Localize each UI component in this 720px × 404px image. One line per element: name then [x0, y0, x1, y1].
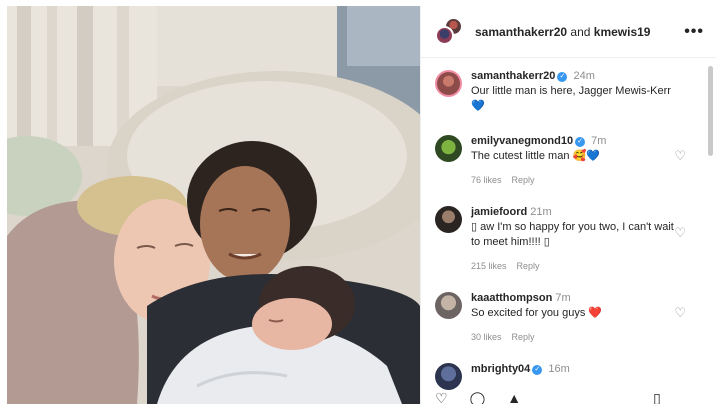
comment-likes[interactable]: 30 likes — [471, 332, 502, 342]
comment-meta: 30 likes Reply — [471, 330, 678, 345]
caption: samanthakerr20 ✓ 24m Our little man is he… — [421, 69, 704, 114]
save-icon[interactable]: ▯ — [653, 390, 661, 404]
comment-text: The cutest little man — [471, 150, 570, 162]
reply-button[interactable]: Reply — [512, 332, 535, 342]
comment-body: kaaatthompson 7m So excited for you guys… — [471, 291, 678, 345]
comment-likes[interactable]: 76 likes — [471, 175, 502, 185]
share-icon[interactable]: ▲ — [507, 390, 521, 404]
caption-text: Our little man is here, Jagger Mewis-Ker… — [471, 85, 671, 97]
verified-badge-icon: ✓ — [575, 137, 586, 147]
collab-avatar[interactable] — [435, 16, 465, 47]
post-photo[interactable] — [7, 6, 420, 404]
red-heart-icon: ❤️ — [588, 307, 603, 319]
avatar[interactable] — [435, 70, 462, 97]
comment-icon[interactable]: ◯ — [470, 390, 486, 404]
comment-body: jamiefoord 21m ▯ aw I'm so happy for you… — [471, 205, 678, 274]
avatar[interactable] — [435, 135, 462, 162]
comment-username[interactable]: kaaatthompson — [471, 292, 552, 304]
comment-text: ▯ aw I'm so happy for you two, I can't w… — [471, 221, 674, 248]
comment-time: 7m — [591, 135, 607, 147]
post-action-bar: ♡ ◯ ▲ ▯ — [421, 390, 716, 404]
reply-button[interactable]: Reply — [512, 175, 535, 185]
more-options-icon[interactable]: ••• — [684, 23, 704, 41]
comment-username[interactable]: emilyvanegmond10 — [471, 135, 573, 147]
like-heart-icon[interactable]: ♡ — [674, 225, 686, 241]
avatar[interactable] — [435, 206, 462, 233]
reply-button[interactable]: Reply — [517, 261, 540, 271]
comment-likes[interactable]: 215 likes — [471, 261, 507, 271]
comment-item: emilyvanegmond10 ✓ 7m The cutest little m… — [421, 134, 704, 188]
instagram-post: samanthakerr20 and kmewis19 ••• samantha… — [0, 0, 720, 404]
comment-item: kaaatthompson 7m So excited for you guys… — [421, 291, 704, 345]
post-photo-illustration — [7, 6, 420, 404]
comment-time: 21m — [530, 206, 552, 218]
caption-username[interactable]: samanthakerr20 — [471, 70, 555, 82]
comment-body: mbrighty04 ✓ 16m — [471, 362, 678, 390]
post-header: samanthakerr20 and kmewis19 ••• — [421, 6, 716, 58]
post-sidebar: samanthakerr20 and kmewis19 ••• samantha… — [420, 6, 716, 404]
caption-time: 24m — [573, 70, 595, 82]
blue-heart-icon: 💙 — [471, 100, 485, 112]
caption-body: samanthakerr20 ✓ 24m Our little man is he… — [471, 69, 678, 114]
comment-time: 16m — [548, 363, 570, 375]
like-heart-icon[interactable]: ♡ — [435, 390, 448, 404]
avatar — [435, 25, 454, 45]
author-username-2[interactable]: kmewis19 — [594, 25, 651, 39]
comments-list: samanthakerr20 ✓ 24m Our little man is he… — [421, 59, 716, 404]
comment-meta: 76 likes Reply — [471, 173, 678, 188]
verified-badge-icon: ✓ — [557, 72, 568, 82]
author-joiner: and — [567, 24, 594, 39]
comment-username[interactable]: jamiefoord — [471, 206, 527, 218]
like-heart-icon[interactable]: ♡ — [674, 305, 686, 321]
comment-item: jamiefoord 21m ▯ aw I'm so happy for you… — [421, 205, 704, 274]
comment-body: emilyvanegmond10 ✓ 7m The cutest little m… — [471, 134, 678, 188]
comment-item: mbrighty04 ✓ 16m — [421, 362, 704, 390]
comment-time: 7m — [555, 292, 571, 304]
comment-username[interactable]: mbrighty04 — [471, 363, 530, 375]
like-heart-icon[interactable]: ♡ — [674, 148, 686, 164]
author-username-1[interactable]: samanthakerr20 — [475, 25, 567, 39]
avatar[interactable] — [435, 363, 462, 390]
post-authors: samanthakerr20 and kmewis19 — [475, 25, 684, 39]
comment-meta: 215 likes Reply — [471, 259, 678, 274]
comment-text: So excited for you guys — [471, 307, 586, 319]
comment-emoji: 🥰💙 — [572, 150, 600, 162]
avatar[interactable] — [435, 292, 462, 319]
verified-badge-icon: ✓ — [532, 365, 543, 375]
